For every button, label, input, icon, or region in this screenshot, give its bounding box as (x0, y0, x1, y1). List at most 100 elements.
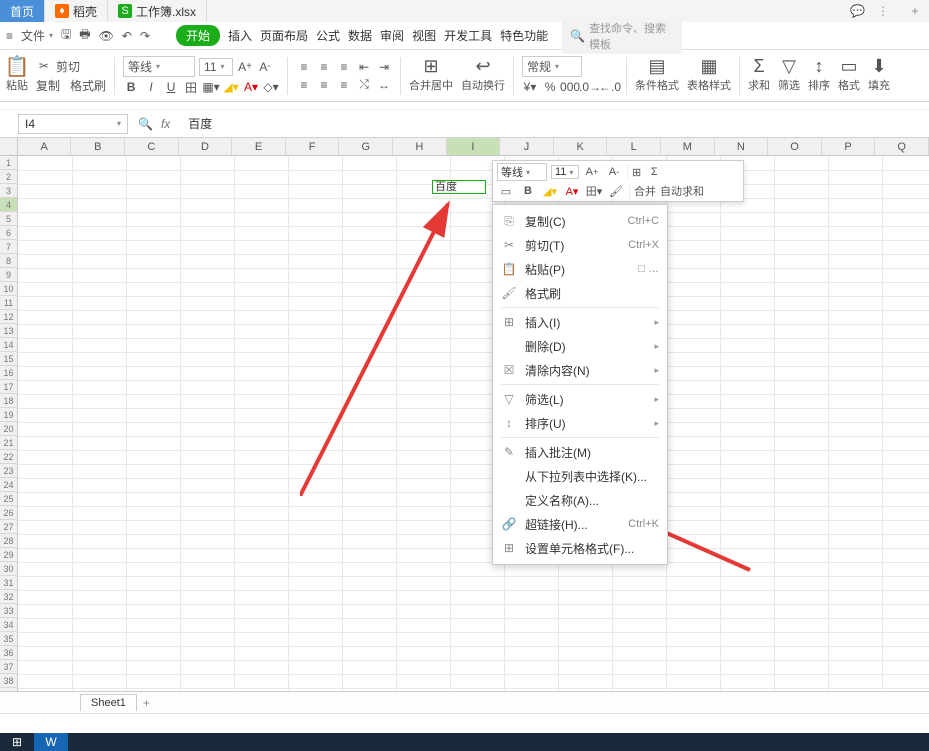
ribbon-tab-formula[interactable]: 公式 (316, 27, 340, 44)
mini-fill-color-icon[interactable]: ◢▾ (541, 183, 559, 199)
align-center-icon[interactable]: ≡ (316, 77, 332, 93)
row-header-10[interactable]: 10 (0, 282, 17, 296)
menu-item-14[interactable]: 定义名称(A)... (493, 488, 667, 512)
col-header-A[interactable]: A (18, 138, 72, 155)
col-header-L[interactable]: L (607, 138, 661, 155)
col-header-B[interactable]: B (71, 138, 125, 155)
row-header-17[interactable]: 17 (0, 380, 17, 394)
row-header-34[interactable]: 34 (0, 618, 17, 632)
ribbon-tab-special[interactable]: 特色功能 (500, 27, 548, 44)
format-icon[interactable]: ▭ (841, 59, 857, 75)
menu-item-7[interactable]: ☒清除内容(N)▸ (493, 358, 667, 382)
sum-icon[interactable]: Σ (751, 59, 767, 75)
row-header-14[interactable]: 14 (0, 338, 17, 352)
tab-docer[interactable]: ♦ 稻壳 (45, 0, 108, 22)
row-header-5[interactable]: 5 (0, 212, 17, 226)
row-header-33[interactable]: 33 (0, 604, 17, 618)
row-header-32[interactable]: 32 (0, 590, 17, 604)
col-header-I[interactable]: I (447, 138, 501, 155)
ribbon-tab-layout[interactable]: 页面布局 (260, 27, 308, 44)
mini-font-name[interactable]: 等线▾ (497, 163, 547, 181)
col-header-O[interactable]: O (768, 138, 822, 155)
command-search[interactable]: 🔍 查找命令、搜索模板 (562, 18, 682, 54)
rtl-icon[interactable]: ↔ (376, 77, 392, 93)
row-header-13[interactable]: 13 (0, 324, 17, 338)
col-header-P[interactable]: P (822, 138, 876, 155)
col-header-G[interactable]: G (339, 138, 393, 155)
cut-icon[interactable]: ✂ (36, 58, 52, 74)
col-header-C[interactable]: C (125, 138, 179, 155)
align-mid-icon[interactable]: ≡ (316, 59, 332, 75)
sheet-tab-1[interactable]: Sheet1 (80, 694, 137, 711)
windows-start-button[interactable]: ⊞ (0, 733, 34, 751)
taskbar-app-wps[interactable]: W (34, 733, 68, 751)
menu-item-3[interactable]: 🖌格式刷 (493, 281, 667, 305)
row-header-9[interactable]: 9 (0, 268, 17, 282)
row-header-15[interactable]: 15 (0, 352, 17, 366)
col-header-F[interactable]: F (286, 138, 340, 155)
row-header-28[interactable]: 28 (0, 534, 17, 548)
col-header-N[interactable]: N (715, 138, 769, 155)
row-header-12[interactable]: 12 (0, 310, 17, 324)
menu-item-13[interactable]: 从下拉列表中选择(K)... (493, 464, 667, 488)
font-size-combo[interactable]: 11▾ (199, 58, 233, 76)
row-header-6[interactable]: 6 (0, 226, 17, 240)
currency-icon[interactable]: ¥▾ (522, 79, 538, 95)
cells-canvas[interactable] (18, 156, 929, 708)
row-header-21[interactable]: 21 (0, 436, 17, 450)
menu-item-1[interactable]: ✂剪切(T)Ctrl+X (493, 233, 667, 257)
preview-icon[interactable]: 👁 (99, 29, 114, 43)
col-header-Q[interactable]: Q (875, 138, 929, 155)
align-left-icon[interactable]: ≡ (296, 77, 312, 93)
filter-icon[interactable]: ▽ (781, 59, 797, 75)
orient-icon[interactable]: ⤭ (356, 77, 372, 93)
mini-border-icon[interactable]: 田▾ (585, 183, 603, 199)
tab-home[interactable]: 首页 (0, 0, 45, 22)
col-header-J[interactable]: J (500, 138, 554, 155)
menu-item-2[interactable]: 📋粘贴(P)□ … (493, 257, 667, 281)
align-bot-icon[interactable]: ≡ (336, 59, 352, 75)
fx-label[interactable]: fx (161, 117, 170, 131)
cond-fmt-icon[interactable]: ▤ (649, 59, 665, 75)
col-header-E[interactable]: E (232, 138, 286, 155)
font-color-icon[interactable]: A▾ (243, 79, 259, 95)
row-header-2[interactable]: 2 (0, 170, 17, 184)
copy-label[interactable]: 复制 (36, 77, 60, 94)
col-header-M[interactable]: M (661, 138, 715, 155)
menu-item-9[interactable]: ▽筛选(L)▸ (493, 387, 667, 411)
bold-button[interactable]: B (123, 79, 139, 95)
mini-bold[interactable]: B (519, 183, 537, 199)
menu-item-6[interactable]: 删除(D)▸ (493, 334, 667, 358)
clear-format-icon[interactable]: ◇▾ (263, 79, 279, 95)
mini-shrink-font-icon[interactable]: A- (605, 164, 623, 180)
row-header-18[interactable]: 18 (0, 394, 17, 408)
row-header-23[interactable]: 23 (0, 464, 17, 478)
row-header-25[interactable]: 25 (0, 492, 17, 506)
align-right-icon[interactable]: ≡ (336, 77, 352, 93)
row-header-27[interactable]: 27 (0, 520, 17, 534)
undo-icon[interactable]: ↶ (122, 29, 132, 43)
menu-item-12[interactable]: ✎插入批注(M) (493, 440, 667, 464)
menu-item-15[interactable]: 🔗超链接(H)...Ctrl+K (493, 512, 667, 536)
menu-item-16[interactable]: ⊞设置单元格格式(F)... (493, 536, 667, 560)
row-header-3[interactable]: 3 (0, 184, 17, 198)
menu-item-0[interactable]: ⎘复制(C)Ctrl+C (493, 209, 667, 233)
row-header-31[interactable]: 31 (0, 576, 17, 590)
indent-inc-icon[interactable]: ⇥ (376, 59, 392, 75)
grow-font-icon[interactable]: A+ (237, 59, 253, 75)
add-sheet-button[interactable]: + (143, 696, 150, 710)
format-painter-label[interactable]: 格式刷 (70, 77, 106, 94)
col-header-K[interactable]: K (554, 138, 608, 155)
fill-icon[interactable]: ⬇ (871, 59, 887, 75)
mini-sum-icon[interactable]: Σ (645, 164, 663, 180)
col-header-H[interactable]: H (393, 138, 447, 155)
active-cell[interactable]: 百度 (432, 180, 486, 194)
row-header-29[interactable]: 29 (0, 548, 17, 562)
border-icon[interactable]: ▦▾ (203, 79, 219, 95)
ribbon-tab-view[interactable]: 视图 (412, 27, 436, 44)
percent-icon[interactable]: % (542, 79, 558, 95)
select-all-corner[interactable] (0, 138, 18, 155)
col-header-D[interactable]: D (179, 138, 233, 155)
mini-grow-font-icon[interactable]: A+ (583, 164, 601, 180)
row-header-30[interactable]: 30 (0, 562, 17, 576)
